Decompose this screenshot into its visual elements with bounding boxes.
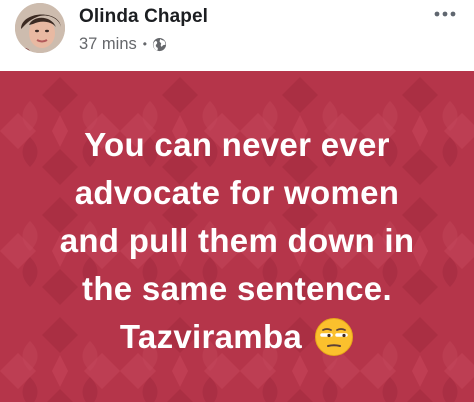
post-meta: 37 mins • [79,34,167,54]
post-text-last-line: Tazviramba [120,313,354,361]
post-text-line: the same sentence. [82,270,392,307]
post-text-line: You can never ever [84,126,390,163]
post-text-line: advocate for women [74,174,400,211]
avatar-photo [15,3,65,53]
more-options-button[interactable] [430,4,460,24]
text-post-background: You can never ever advocate for women an… [0,71,474,402]
globe-icon[interactable] [152,37,167,52]
post-timestamp[interactable]: 37 mins [79,35,137,54]
unamused-face-emoji [315,318,354,356]
avatar[interactable] [15,3,65,53]
author-name[interactable]: Olinda Chapel [79,6,208,28]
post-text-line: Tazviramba [119,318,303,355]
meta-separator: • [142,37,147,51]
facebook-post: Olinda Chapel 37 mins • You can never ev… [0,0,474,402]
post-text-line: and pull them down in [59,222,415,259]
more-dots-icon [434,11,456,17]
post-text: You can never ever advocate for women an… [20,121,454,361]
post-header: Olinda Chapel 37 mins • [0,0,474,70]
